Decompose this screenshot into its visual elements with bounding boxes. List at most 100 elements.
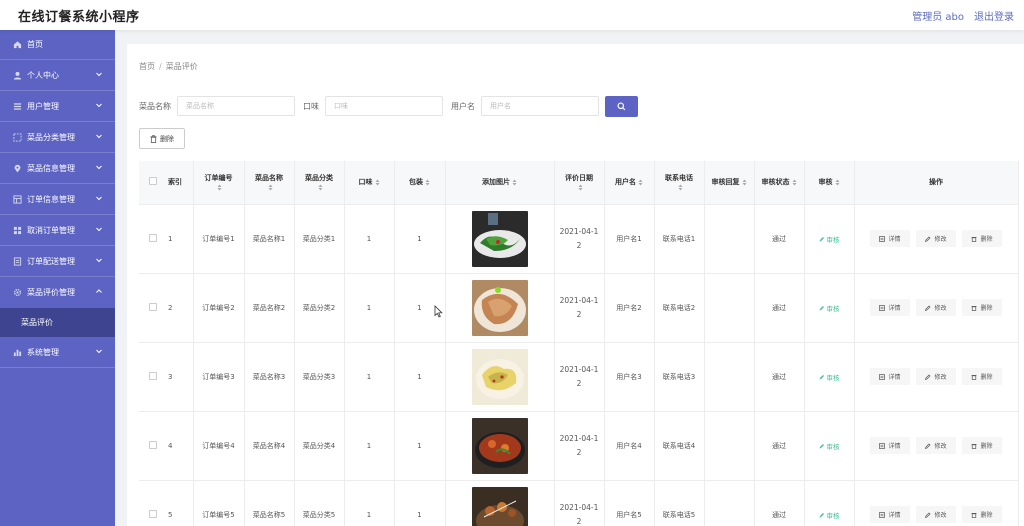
category-cell-text: 菜品分类4 — [302, 441, 336, 450]
trash-icon — [971, 512, 977, 518]
sort-icon[interactable] — [678, 184, 683, 191]
batch-delete-button[interactable]: 删除 — [139, 128, 185, 149]
username-input[interactable]: 用户名 — [481, 96, 599, 116]
row-checkbox[interactable] — [148, 233, 157, 242]
sort-icon[interactable] — [425, 179, 430, 186]
detail-button[interactable]: 详情 — [870, 299, 910, 316]
header-col-0[interactable] — [139, 161, 166, 205]
header-label: 菜品分类 — [305, 174, 333, 183]
index-cell: 4 — [166, 411, 194, 481]
delete-button[interactable]: 删除 — [962, 368, 1002, 385]
sidebar-item-2[interactable]: 个人中心 — [0, 60, 115, 91]
sidebar-item-10[interactable]: 系统管理 — [0, 337, 115, 368]
sidebar-item-5[interactable]: 菜品信息管理 — [0, 153, 115, 184]
category-cell: 菜品分类3 — [294, 342, 345, 412]
order-no-cell-text: 订单编号1 — [202, 234, 235, 243]
audit-link[interactable]: 审核 — [819, 305, 840, 313]
sort-icon[interactable] — [742, 179, 747, 186]
category-cell: 菜品分类4 — [294, 411, 345, 481]
audit-link[interactable]: 审核 — [819, 236, 840, 244]
sort-icon[interactable] — [578, 184, 583, 191]
detail-button[interactable]: 详情 — [870, 437, 910, 454]
actions-cell: 详情 修改 删除 — [854, 411, 1019, 481]
search-button[interactable] — [605, 95, 638, 117]
reply-cell — [704, 204, 755, 274]
username-cell: 用户名4 — [604, 411, 655, 481]
pencil-icon — [925, 374, 931, 380]
delete-button[interactable]: 删除 — [962, 230, 1002, 247]
sort-icon[interactable] — [268, 184, 273, 191]
header-col-9: 用户名 — [604, 161, 655, 205]
sort-icon[interactable] — [792, 179, 797, 186]
row-checkbox[interactable] — [148, 302, 157, 311]
header-label: 审核 — [818, 178, 833, 187]
category-cell-text: 菜品分类3 — [302, 372, 336, 381]
detail-button[interactable]: 详情 — [870, 368, 910, 385]
edit-button[interactable]: 修改 — [916, 299, 956, 316]
index-cell: 1 — [166, 204, 194, 274]
detail-button[interactable]: 详情 — [870, 506, 910, 523]
breadcrumb-home[interactable]: 首页 — [139, 62, 155, 71]
username-cell: 用户名5 — [604, 480, 655, 526]
header-col-8: 评价日期 — [554, 161, 605, 205]
detail-icon — [879, 373, 886, 380]
taste-input[interactable]: 口味 — [325, 96, 443, 116]
audit-cell: 审核 — [804, 411, 855, 481]
sidebar-item-8[interactable]: 订单配送管理 — [0, 246, 115, 277]
audit-link[interactable]: 审核 — [819, 443, 840, 451]
chevron-down-icon — [96, 196, 102, 201]
delete-button[interactable]: 删除 — [962, 506, 1002, 523]
sidebar-item-4[interactable]: 菜品分类管理 — [0, 122, 115, 153]
taste-cell: 1 — [344, 273, 395, 343]
sort-icon[interactable] — [318, 184, 323, 191]
chevron-down-icon — [96, 134, 102, 139]
sort-icon[interactable] — [638, 179, 643, 186]
dish-name-cell-text: 菜品名称2 — [252, 303, 286, 312]
edit-button[interactable]: 修改 — [916, 506, 956, 523]
sidebar-item-1[interactable]: 首页 — [0, 30, 115, 60]
row-checkbox[interactable] — [148, 440, 157, 449]
reply-cell — [704, 342, 755, 412]
admin-user-label[interactable]: 管理员 abo — [912, 12, 964, 23]
table-header-row: 索引 订单编号 菜品名称 菜品分类 口味 包装 添加图片 评价日期 用户名 联系电话 审核回复 审核状… — [139, 161, 1019, 205]
sort-icon[interactable] — [217, 184, 222, 191]
sidebar-item-label: 系统管理 — [27, 347, 59, 357]
chevron-up-icon — [96, 289, 102, 293]
chevron-down-icon — [96, 72, 102, 77]
sidebar-item-9[interactable]: 菜品评价管理 — [0, 277, 115, 308]
top-bar: 在线订餐系统小程序 管理员 abo 退出登录 — [0, 0, 1024, 30]
edit-button[interactable]: 修改 — [916, 230, 956, 247]
sidebar-item-7[interactable]: 取消订单管理 — [0, 215, 115, 246]
sort-icon[interactable] — [375, 179, 380, 186]
audit-link[interactable]: 审核 — [819, 512, 840, 520]
taste-cell: 1 — [344, 342, 395, 412]
sidebar-item-label: 菜品信息管理 — [27, 163, 75, 173]
sidebar-item-6[interactable]: 订单信息管理 — [0, 184, 115, 215]
sort-icon[interactable] — [835, 179, 840, 186]
chevron-down-icon — [96, 349, 102, 354]
row-checkbox[interactable] — [148, 509, 157, 518]
date-text: 2021-04-12 — [559, 502, 599, 526]
delete-button[interactable]: 删除 — [962, 437, 1002, 454]
edit-button[interactable]: 修改 — [916, 437, 956, 454]
username-cell-text: 用户名1 — [616, 234, 642, 243]
header-label: 审核状态 — [761, 178, 790, 187]
dish-name-input[interactable]: 菜品名称 — [177, 96, 295, 116]
logout-link[interactable]: 退出登录 — [974, 12, 1014, 23]
detail-button[interactable]: 详情 — [870, 230, 910, 247]
sort-icon[interactable] — [512, 179, 517, 186]
sidebar-item-3[interactable]: 用户管理 — [0, 91, 115, 122]
row-checkbox-cell — [139, 342, 166, 412]
username-label: 用户名 — [451, 101, 475, 111]
status-cell-text: 通过 — [772, 510, 786, 519]
row-checkbox[interactable] — [148, 371, 157, 380]
select-all-checkbox[interactable] — [148, 177, 157, 186]
phone-cell-text: 联系电话1 — [662, 234, 696, 243]
edit-button[interactable]: 修改 — [916, 368, 956, 385]
delete-label: 删除 — [980, 513, 993, 519]
sidebar-subitem-review[interactable]: 菜品评价 — [0, 308, 115, 337]
audit-link[interactable]: 审核 — [819, 374, 840, 382]
delete-button[interactable]: 删除 — [962, 299, 1002, 316]
phone-cell: 联系电话5 — [654, 480, 705, 526]
username-cell-text: 用户名4 — [616, 441, 642, 450]
